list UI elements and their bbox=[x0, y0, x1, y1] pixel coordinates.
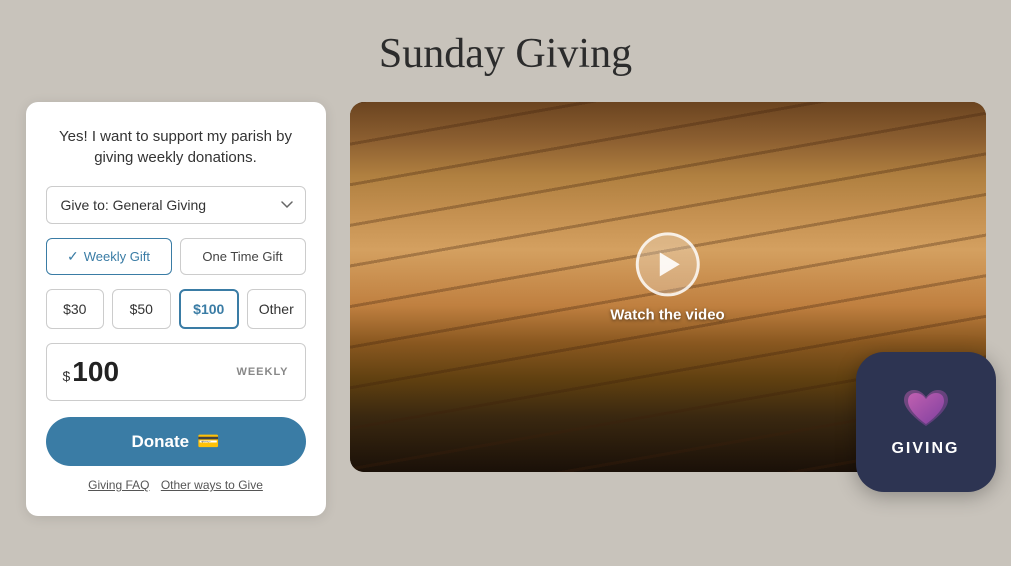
checkmark-icon: ✓ bbox=[67, 248, 79, 265]
amount-row: $30 $50 $100 Other bbox=[46, 289, 306, 329]
main-content: Yes! I want to support my parish by givi… bbox=[26, 102, 986, 516]
weekly-gift-button[interactable]: ✓ Weekly Gift bbox=[46, 238, 172, 275]
one-time-gift-button[interactable]: One Time Gift bbox=[180, 238, 306, 275]
give-to-select[interactable]: Give to: General Giving Building Fund Yo… bbox=[46, 186, 306, 224]
dollar-sign: $ bbox=[63, 368, 71, 384]
credit-card-icon: 💳 bbox=[197, 431, 219, 452]
amount-100-button[interactable]: $100 bbox=[179, 289, 240, 329]
play-triangle-icon bbox=[660, 252, 680, 276]
giving-badge: GIVING bbox=[856, 352, 996, 492]
giving-heart-icon bbox=[900, 386, 952, 432]
amount-other-button[interactable]: Other bbox=[247, 289, 306, 329]
footer-links: Giving FAQ Other ways to Give bbox=[46, 478, 306, 492]
amount-display-left: $ 100 bbox=[63, 356, 120, 388]
one-time-gift-label: One Time Gift bbox=[202, 249, 282, 264]
giving-badge-label: GIVING bbox=[891, 440, 959, 458]
watch-video-text: Watch the video bbox=[610, 306, 724, 323]
gift-type-row: ✓ Weekly Gift One Time Gift bbox=[46, 238, 306, 275]
weekly-gift-label: Weekly Gift bbox=[84, 249, 150, 264]
donate-button[interactable]: Donate 💳 bbox=[46, 417, 306, 466]
card-subtitle: Yes! I want to support my parish by givi… bbox=[46, 126, 306, 168]
amount-display: $ 100 WEEKLY bbox=[46, 343, 306, 401]
page-title: Sunday Giving bbox=[379, 30, 632, 78]
amount-50-button[interactable]: $50 bbox=[112, 289, 171, 329]
other-ways-link[interactable]: Other ways to Give bbox=[161, 478, 263, 492]
play-button-container[interactable]: Watch the video bbox=[610, 232, 724, 323]
amount-30-button[interactable]: $30 bbox=[46, 289, 105, 329]
donate-label: Donate bbox=[131, 432, 189, 452]
giving-faq-link[interactable]: Giving FAQ bbox=[88, 478, 149, 492]
frequency-label: WEEKLY bbox=[236, 366, 288, 378]
video-wrapper: Watch the video GIVING bbox=[350, 102, 986, 472]
amount-display-value: 100 bbox=[72, 356, 119, 388]
play-button[interactable] bbox=[636, 232, 700, 296]
donation-card: Yes! I want to support my parish by givi… bbox=[26, 102, 326, 516]
